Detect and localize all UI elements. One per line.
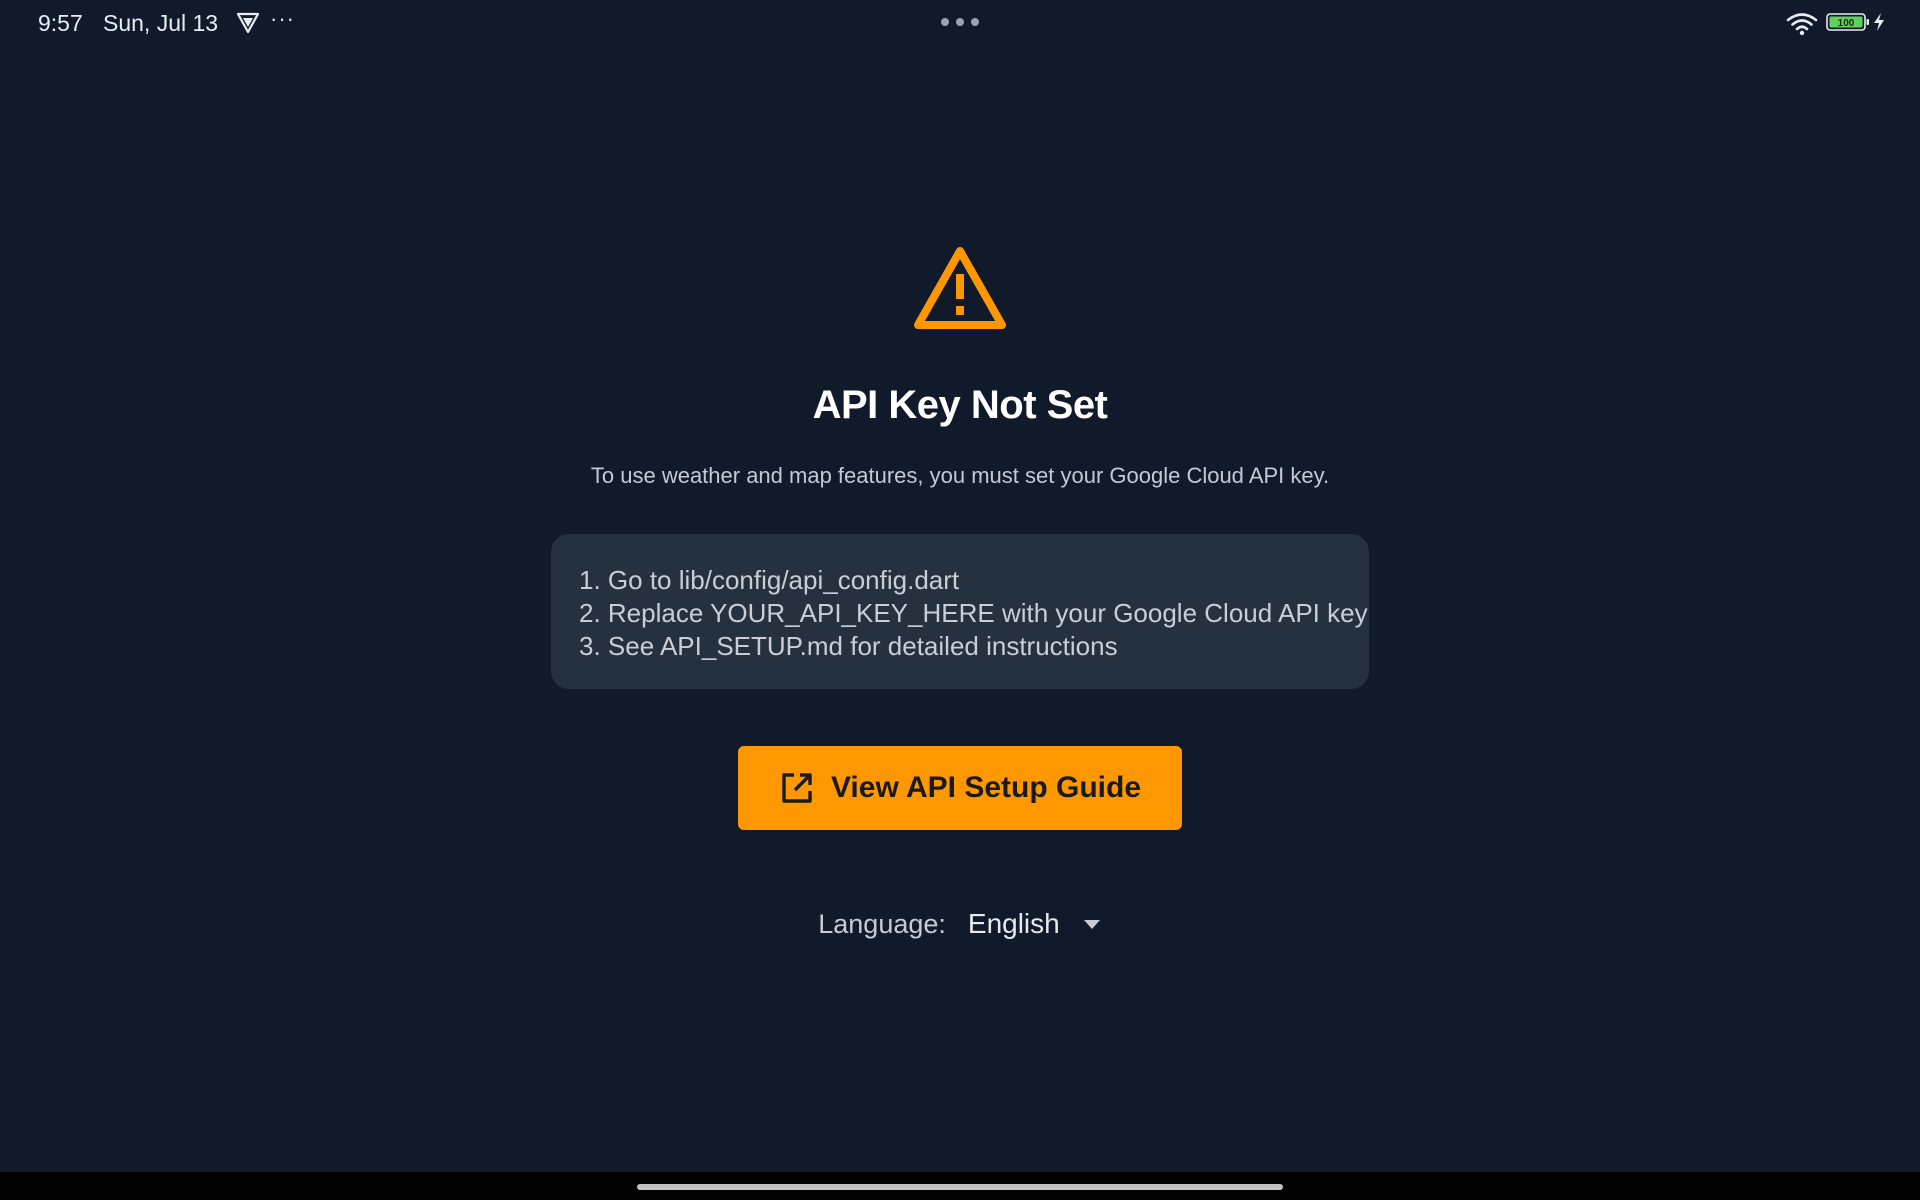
wifi-icon: [1786, 13, 1818, 36]
status-time: 9:57: [38, 10, 83, 36]
instruction-step-1: 1. Go to lib/config/api_config.dart: [579, 565, 960, 595]
view-api-setup-guide-label: View API Setup Guide: [830, 771, 1142, 804]
instructions-card: 1. Go to lib/config/api_config.dart 2. R…: [551, 534, 1369, 689]
language-label: Language:: [818, 908, 946, 939]
instruction-step-3: 3. See API_SETUP.md for detailed instruc…: [579, 631, 1118, 661]
charging-icon: [1874, 13, 1884, 31]
instruction-step-2: 2. Replace YOUR_API_KEY_HERE with your G…: [579, 598, 1368, 628]
dropdown-caret-icon: [1083, 920, 1100, 929]
status-bar: 9:57 Sun, Jul 13 ··· 100: [0, 0, 1920, 46]
battery-level: 100: [1838, 18, 1855, 29]
language-value: English: [967, 908, 1060, 939]
open-in-new-icon: [782, 773, 812, 803]
page-title: API Key Not Set: [812, 383, 1108, 427]
multitask-dots-icon[interactable]: [940, 17, 980, 27]
warning-triangle-icon: [914, 247, 1006, 329]
battery-icon: 100: [1826, 13, 1869, 31]
vpn-icon: [236, 12, 260, 34]
status-date: Sun, Jul 13: [103, 10, 219, 36]
page-subtitle: To use weather and map features, you mus…: [590, 463, 1330, 488]
more-notifications-icon: ···: [270, 6, 295, 31]
language-dropdown[interactable]: English: [968, 908, 1102, 940]
view-api-setup-guide-button[interactable]: View API Setup Guide: [738, 746, 1182, 830]
home-indicator[interactable]: [637, 1184, 1283, 1190]
language-row: Language: English: [0, 908, 1920, 940]
screen: 9:57 Sun, Jul 13 ··· 100 API Key Not Set…: [0, 0, 1920, 1200]
